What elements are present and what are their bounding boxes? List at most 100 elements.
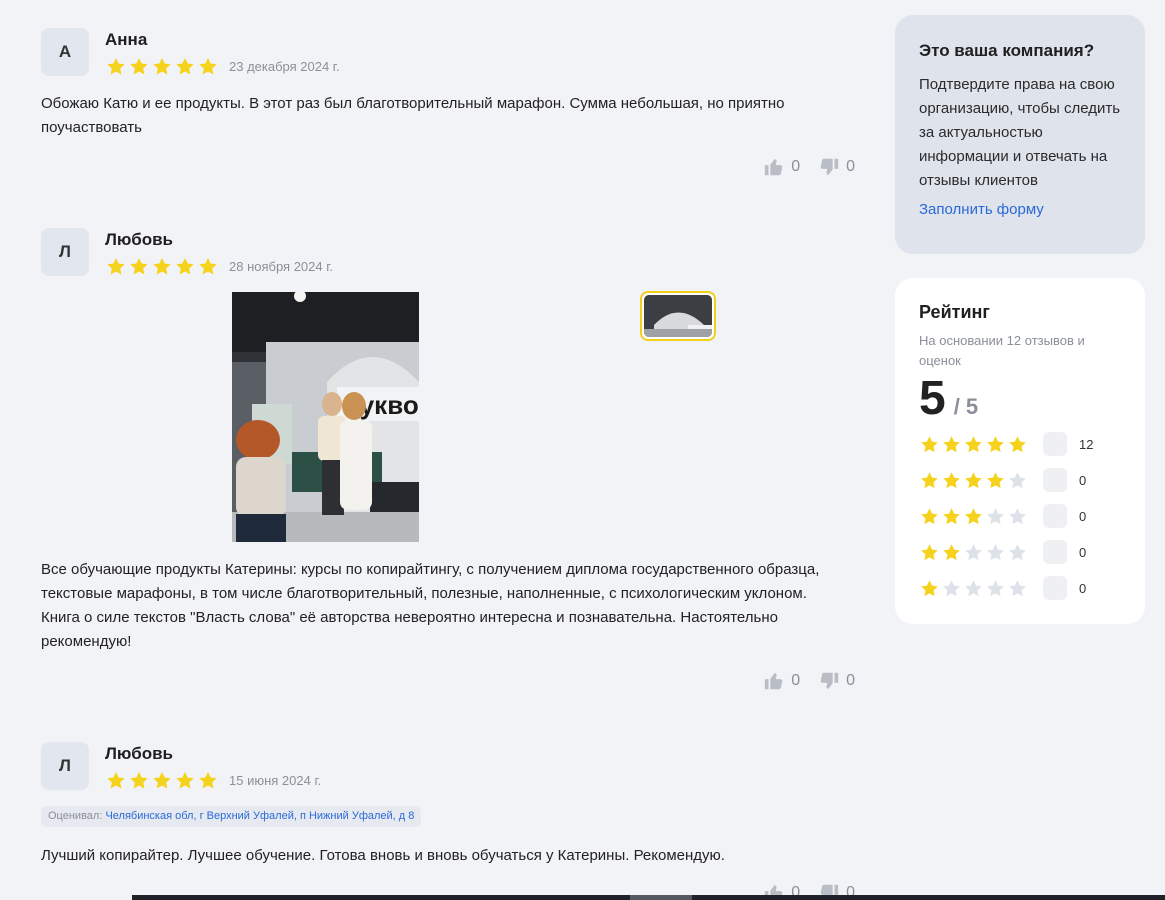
thumbs-up-icon [763, 670, 785, 692]
star-rating [919, 542, 1029, 562]
star-filled-icon [963, 434, 984, 454]
review-rating: 15 июня 2024 г. [105, 770, 321, 790]
rating-count: 0 [1079, 544, 1087, 560]
scrollbar-thumb[interactable] [630, 895, 692, 900]
rating-filter-1[interactable]: 0 [919, 576, 1086, 600]
star-filled-icon [151, 56, 173, 76]
star-empty-icon [941, 578, 962, 598]
star-filled-icon [919, 434, 940, 454]
avatar: Л [41, 228, 89, 276]
like-button[interactable]: 0 [763, 670, 800, 692]
evaluated-address-link[interactable]: Челябинская обл, г Верхний Уфалей, п Ниж… [105, 810, 414, 822]
rating-filter-2[interactable]: 0 [919, 540, 1086, 564]
star-rating [919, 506, 1029, 526]
star-rating [919, 578, 1029, 598]
star-filled-icon [197, 770, 219, 790]
rating-title: Рейтинг [919, 302, 990, 322]
star-empty-icon [1007, 542, 1028, 562]
star-rating [919, 434, 1029, 454]
star-filled-icon [985, 434, 1006, 454]
rating-filter-5[interactable]: 12 [919, 432, 1093, 456]
rating-card: Рейтинг На основании 12 отзывов и оценок… [895, 278, 1145, 624]
star-rating [105, 56, 219, 76]
review-author[interactable]: Любовь [105, 230, 173, 250]
review-votes: 0 0 [751, 670, 855, 692]
review-author[interactable]: Анна [105, 30, 147, 50]
fill-form-link[interactable]: Заполнить форму [919, 201, 1121, 218]
review-text: Все обучающие продукты Катерины: курсы п… [41, 561, 820, 650]
review-rating: 28 ноября 2024 г. [105, 256, 333, 276]
star-filled-icon [941, 542, 962, 562]
review-card: Л Любовь 28 ноября 2024 г. буквоед [41, 228, 861, 708]
review-text: Обожаю Катю и ее продукты. В этот раз бы… [41, 95, 785, 136]
star-filled-icon [128, 56, 150, 76]
star-empty-icon [1007, 506, 1028, 526]
review-date: 23 декабря 2024 г. [229, 58, 340, 74]
rating-value: 5 [919, 372, 946, 425]
evaluated-label: Оценивал: [48, 810, 103, 822]
review-author[interactable]: Любовь [105, 744, 173, 764]
rating-count: 0 [1079, 472, 1087, 488]
rating-filter-checkbox[interactable] [1043, 468, 1067, 492]
review-date: 28 ноября 2024 г. [229, 258, 333, 274]
like-count: 0 [791, 672, 801, 689]
rating-count: 0 [1079, 580, 1087, 596]
photo-image: буквоед [232, 292, 419, 542]
claim-company-card: Это ваша компания? Подтвердите права на … [895, 15, 1145, 254]
rating-filter-4[interactable]: 0 [919, 468, 1086, 492]
star-filled-icon [151, 256, 173, 276]
star-filled-icon [963, 506, 984, 526]
star-filled-icon [128, 770, 150, 790]
rating-basis: На основании 12 отзывов и оценок [919, 333, 1085, 368]
star-empty-icon [1007, 578, 1028, 598]
star-filled-icon [919, 578, 940, 598]
avatar: Л [41, 742, 89, 790]
dislike-count: 0 [846, 158, 855, 175]
evaluated-location: Оценивал: Челябинская обл, г Верхний Уфа… [41, 806, 422, 827]
star-filled-icon [174, 56, 196, 76]
star-empty-icon [985, 578, 1006, 598]
rating-count: 12 [1079, 436, 1094, 452]
thumbs-up-icon [763, 156, 785, 178]
photo-thumbnail[interactable] [640, 291, 716, 341]
rating-filter-checkbox[interactable] [1043, 432, 1067, 456]
star-filled-icon [197, 256, 219, 276]
star-empty-icon [985, 506, 1006, 526]
rating-filter-checkbox[interactable] [1043, 540, 1067, 564]
star-filled-icon [151, 770, 173, 790]
star-filled-icon [105, 56, 127, 76]
rating-filter-checkbox[interactable] [1043, 576, 1067, 600]
star-filled-icon [963, 470, 984, 490]
star-filled-icon [985, 470, 1006, 490]
avatar: А [41, 28, 89, 76]
dislike-button[interactable]: 0 [818, 670, 855, 692]
review-rating: 23 декабря 2024 г. [105, 56, 340, 76]
star-filled-icon [1007, 434, 1028, 454]
rating-score: 5 / 5 [919, 373, 1121, 425]
like-button[interactable]: 0 [763, 156, 800, 178]
star-filled-icon [105, 256, 127, 276]
rating-filter-checkbox[interactable] [1043, 504, 1067, 528]
thumbnail-image [644, 295, 712, 337]
star-filled-icon [941, 470, 962, 490]
star-empty-icon [985, 542, 1006, 562]
review-photo[interactable]: буквоед [232, 292, 419, 542]
star-filled-icon [919, 542, 940, 562]
star-filled-icon [105, 770, 127, 790]
star-empty-icon [963, 542, 984, 562]
bottom-scrollbar[interactable] [132, 895, 1165, 900]
star-rating [105, 770, 219, 790]
star-filled-icon [128, 256, 150, 276]
star-rating [105, 256, 219, 276]
rating-filter-3[interactable]: 0 [919, 504, 1086, 528]
like-count: 0 [791, 158, 801, 175]
rating-max: / 5 [953, 394, 979, 419]
review-votes: 0 0 [751, 156, 855, 178]
star-filled-icon [197, 56, 219, 76]
star-filled-icon [174, 256, 196, 276]
star-filled-icon [919, 470, 940, 490]
claim-company-title: Это ваша компания? [919, 41, 1095, 60]
star-filled-icon [919, 506, 940, 526]
dislike-button[interactable]: 0 [818, 156, 855, 178]
thumbs-down-icon [818, 670, 840, 692]
